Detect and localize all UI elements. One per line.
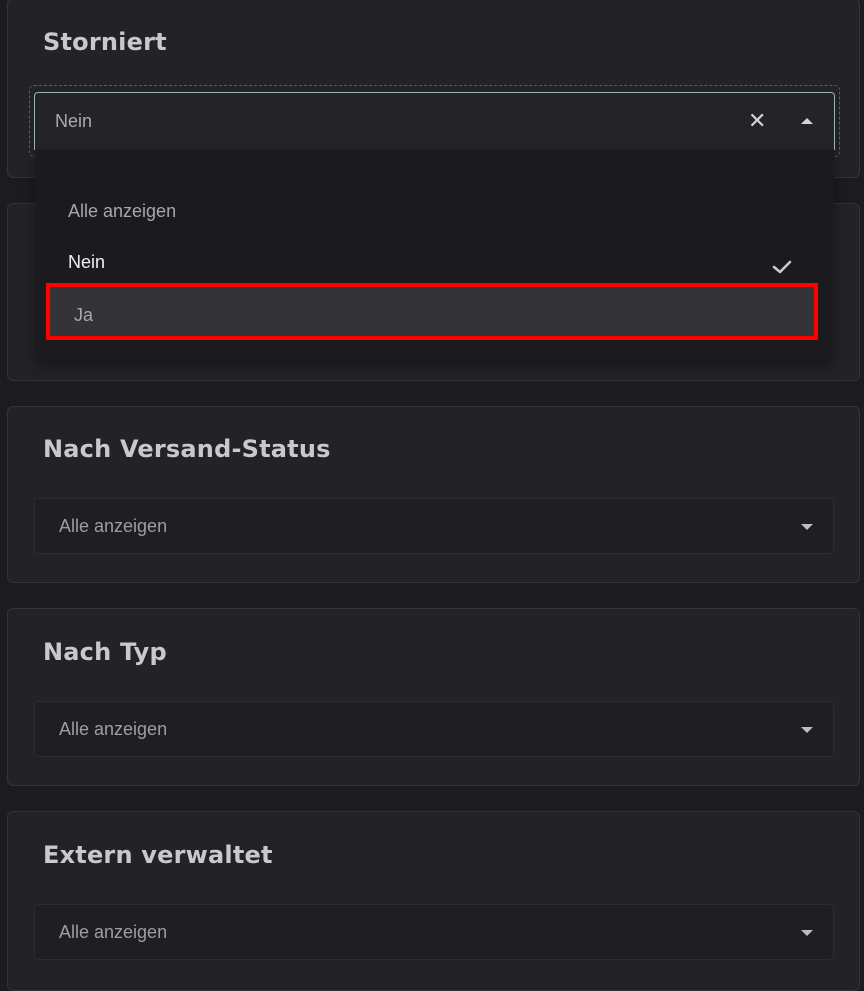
caret-down-icon: [801, 930, 813, 936]
select-value: Nein: [55, 111, 93, 131]
storniert-select[interactable]: Nein ✕: [34, 92, 835, 150]
versand-status-select[interactable]: Alle anzeigen: [34, 498, 834, 554]
select-value: Alle anzeigen: [59, 516, 168, 536]
caret-down-icon: [801, 727, 813, 733]
filter-title-storniert: Storniert: [43, 28, 167, 56]
filter-card-typ: Nach Typ Alle anzeigen: [7, 608, 860, 786]
checkmark-icon: [772, 260, 792, 274]
select-value: Alle anzeigen: [59, 719, 168, 739]
storniert-dropdown-menu: Alle anzeigen Nein Ja: [35, 150, 834, 360]
typ-select[interactable]: Alle anzeigen: [34, 701, 834, 757]
extern-select[interactable]: Alle anzeigen: [34, 904, 834, 960]
caret-up-icon[interactable]: [801, 118, 813, 124]
filter-title-versand-status: Nach Versand-Status: [43, 435, 331, 463]
caret-down-icon: [801, 524, 813, 530]
filter-card-versand-status: Nach Versand-Status Alle anzeigen: [7, 406, 860, 583]
filter-title-extern: Extern verwaltet: [43, 841, 273, 869]
menu-option-alle-anzeigen[interactable]: Alle anzeigen: [35, 201, 834, 222]
filter-title-typ: Nach Typ: [43, 638, 167, 666]
menu-option-ja[interactable]: Ja: [46, 283, 818, 340]
filter-card-extern: Extern verwaltet Alle anzeigen: [7, 811, 860, 991]
select-value: Alle anzeigen: [59, 922, 168, 942]
close-icon[interactable]: ✕: [748, 109, 766, 134]
menu-option-nein[interactable]: Nein: [35, 252, 834, 273]
